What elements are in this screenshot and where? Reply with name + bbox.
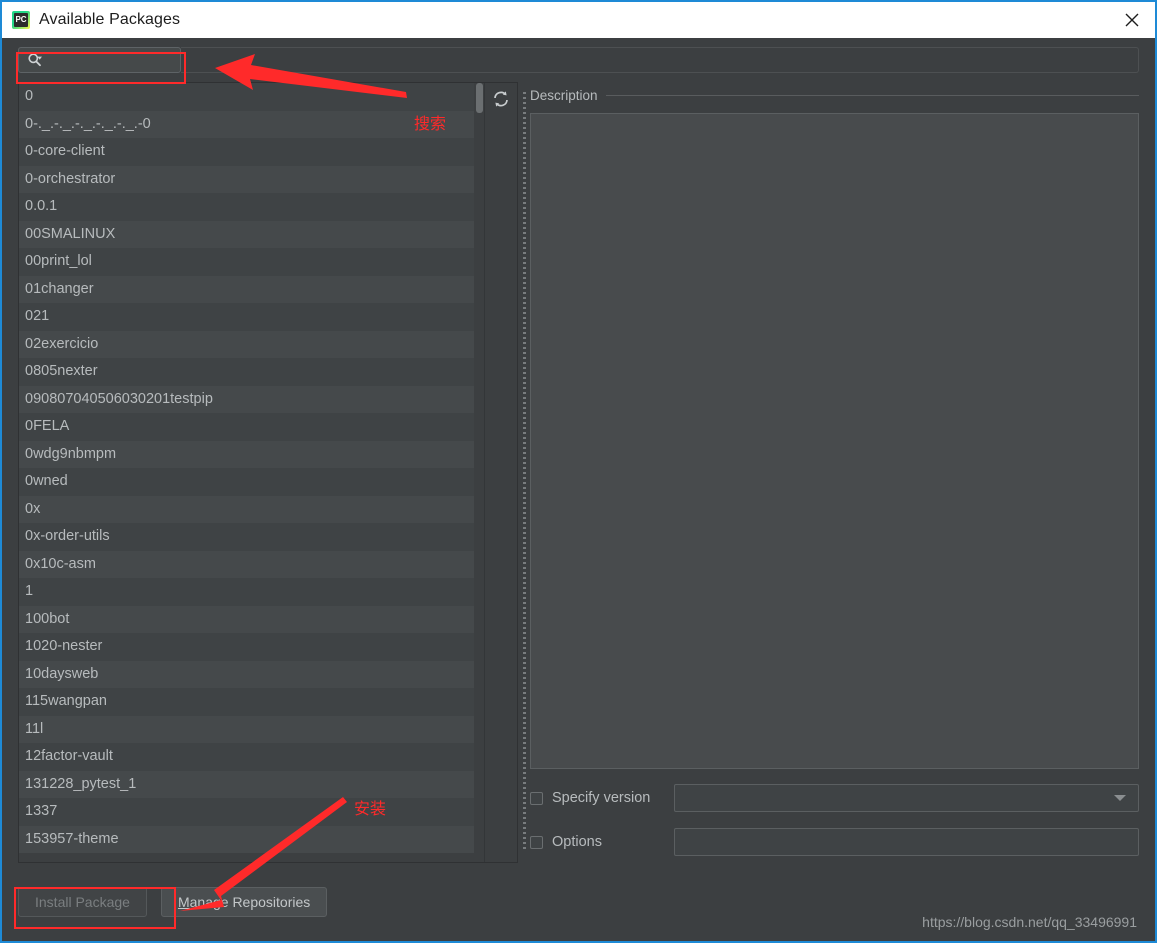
list-item[interactable]: 0x10c-asm (19, 550, 474, 578)
list-item[interactable]: 02exercicio (19, 330, 474, 358)
list-item[interactable]: 0x (19, 495, 474, 523)
specify-version-row: Specify version (530, 783, 1139, 813)
package-list-scrollbar[interactable] (474, 83, 484, 862)
manage-repositories-label: anage Repositories (189, 894, 311, 910)
manage-repositories-mnemonic: M (177, 894, 190, 910)
version-combobox[interactable] (674, 784, 1139, 812)
reload-column (484, 83, 517, 862)
list-item[interactable]: 12factor-vault (19, 743, 474, 771)
options-input[interactable] (674, 828, 1139, 856)
list-item[interactable]: 090807040506030201testpip (19, 385, 474, 413)
list-item[interactable]: 021 (19, 303, 474, 331)
description-rule (605, 94, 1139, 96)
list-item[interactable]: 1 (19, 578, 474, 606)
options-row: Options (530, 827, 1139, 857)
search-row (2, 38, 1155, 82)
search-field[interactable] (18, 47, 181, 73)
description-group: Description (530, 86, 1139, 769)
list-item[interactable]: 0wdg9nbmpm (19, 440, 474, 468)
search-annotation-label: 搜索 (414, 114, 447, 133)
packages-pane: 0 0-._.-._.-._.-._.-._.-0 0-core-client 0-o… (18, 82, 518, 863)
list-item[interactable]: 00SMALINUX (19, 220, 474, 248)
list-item[interactable]: 0wned (19, 468, 474, 496)
watermark: https://blog.csdn.net/qq_33496991 (922, 914, 1137, 930)
list-item[interactable]: 0805nexter (19, 358, 474, 386)
list-item[interactable]: 11l (19, 715, 474, 743)
list-item[interactable]: 10daysweb (19, 660, 474, 688)
list-item[interactable]: 0-orchestrator (19, 165, 474, 193)
page-title: Available Packages (39, 11, 181, 28)
package-list[interactable]: 0 0-._.-._.-._.-._.-._.-0 0-core-client 0-o… (19, 83, 474, 862)
list-item[interactable]: 0 (19, 83, 474, 111)
list-item[interactable]: 0-._.-._.-._.-._.-._.-0 (19, 110, 474, 138)
scrollbar-thumb[interactable] (476, 83, 483, 113)
list-item[interactable]: 131228_pytest_1 (19, 770, 474, 798)
options-checkbox[interactable] (530, 835, 543, 849)
main-split: 0 0-._.-._.-._.-._.-._.-0 0-core-client 0-o… (2, 82, 1155, 863)
list-item[interactable]: 153957-theme (19, 825, 474, 853)
list-item[interactable]: 1337 (19, 798, 474, 826)
install-button-wrapper: Install Package (18, 887, 147, 917)
specify-version-checkbox[interactable] (530, 791, 543, 805)
list-item[interactable]: 01changer (19, 275, 474, 303)
description-body (530, 113, 1139, 769)
refresh-icon[interactable] (491, 89, 511, 109)
list-item[interactable]: 00print_lol (19, 248, 474, 276)
pycharm-icon: PC (12, 11, 30, 29)
specify-version-label: Specify version (552, 790, 651, 806)
install-annotation-label: 安装 (354, 799, 387, 818)
manage-repositories-button[interactable]: Manage Repositories (160, 887, 328, 917)
description-label: Description (530, 87, 598, 103)
list-item[interactable]: 100bot (19, 605, 474, 633)
install-options: Specify version Options (530, 769, 1139, 863)
install-package-button[interactable]: Install Package (18, 887, 147, 917)
close-icon[interactable] (1109, 2, 1155, 38)
search-icon (27, 52, 43, 68)
dialog-body: 0 0-._.-._.-._.-._.-._.-0 0-core-client 0-o… (2, 38, 1155, 941)
search-field-extension (181, 47, 1139, 73)
chevron-down-icon (1114, 795, 1126, 801)
title-bar: PC Available Packages (2, 2, 1155, 38)
package-list-area: 0 0-._.-._.-._.-._.-._.-0 0-core-client 0-o… (18, 82, 518, 863)
list-item[interactable]: 0x-order-utils (19, 523, 474, 551)
dialog-footer: Install Package Manage Repositories http… (2, 863, 1155, 941)
available-packages-dialog: PC Available Packages 0 0-._.-._.-._.-._… (0, 0, 1157, 943)
list-item[interactable]: 0.0.1 (19, 193, 474, 221)
splitter-dots (522, 92, 526, 852)
options-label: Options (552, 834, 602, 850)
search-input[interactable] (43, 51, 180, 69)
description-legend: Description (530, 86, 1139, 104)
list-item[interactable]: 0FELA (19, 413, 474, 441)
list-item[interactable]: 115wangpan (19, 688, 474, 716)
list-item[interactable]: 0-core-client (19, 138, 474, 166)
pane-splitter[interactable] (518, 82, 530, 863)
list-item[interactable]: 1020-nester (19, 633, 474, 661)
description-pane: Description Specify version Options (530, 82, 1139, 863)
